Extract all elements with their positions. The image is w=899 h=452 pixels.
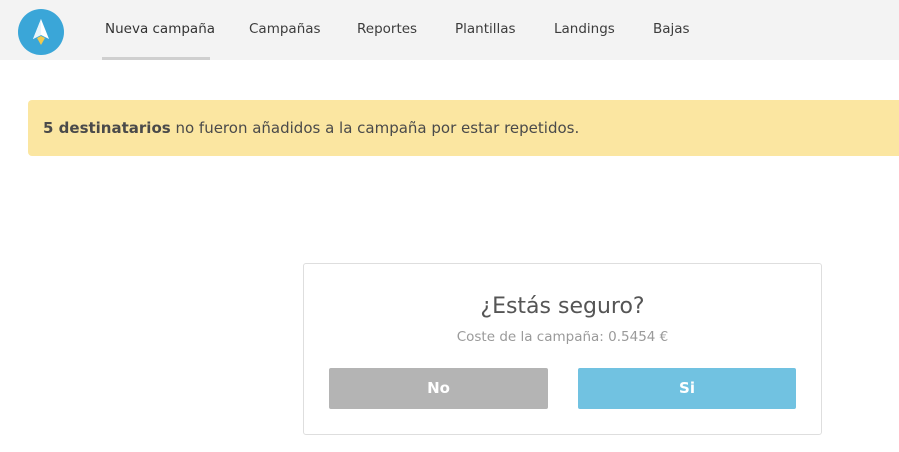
alert-message: no fueron añadidos a la campaña por esta… — [170, 119, 580, 137]
duplicate-recipients-alert: 5 destinatarios no fueron añadidos a la … — [28, 100, 899, 156]
paper-rocket-icon — [33, 19, 49, 45]
nav-landings[interactable]: Landings — [554, 0, 615, 60]
nav-plantillas[interactable]: Plantillas — [455, 0, 516, 60]
active-tab-indicator — [102, 57, 210, 60]
nav-reportes[interactable]: Reportes — [357, 0, 417, 60]
alert-count: 5 destinatarios — [43, 119, 171, 137]
nav-bajas[interactable]: Bajas — [653, 0, 690, 60]
dialog-cost-text: Coste de la campaña: 0.5454 € — [456, 329, 669, 345]
app-logo[interactable] — [18, 9, 64, 55]
si-button[interactable]: Si — [578, 368, 796, 409]
dialog-title: ¿Estás seguro? — [480, 294, 645, 319]
nav-nueva-campana[interactable]: Nueva campaña — [105, 0, 215, 60]
no-button[interactable]: No — [329, 368, 548, 409]
nav-campanas[interactable]: Campañas — [249, 0, 321, 60]
confirm-dialog: ¿Estás seguro? Coste de la campaña: 0.54… — [303, 263, 822, 435]
top-navigation-bar: Nueva campaña Campañas Reportes Plantill… — [0, 0, 899, 60]
